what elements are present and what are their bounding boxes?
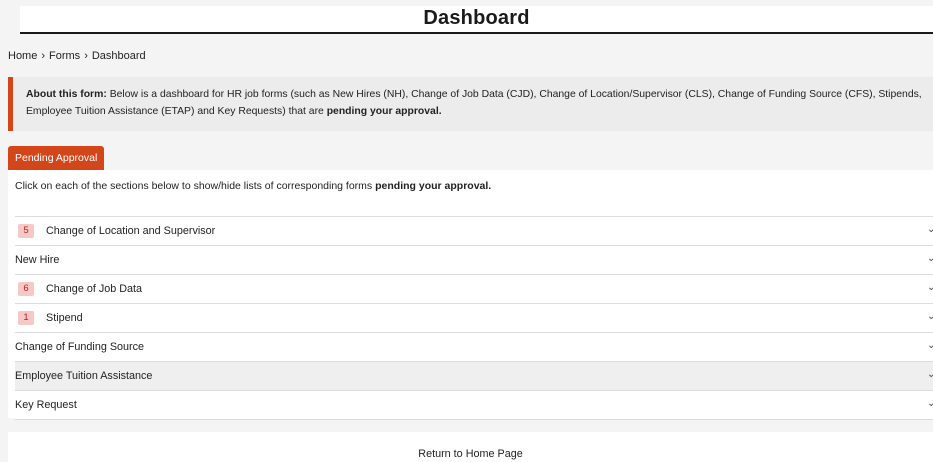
section-employee-tuition-assistance[interactable]: Employee Tuition Assistance ⌄ — [15, 362, 933, 391]
section-label: Employee Tuition Assistance — [15, 370, 153, 382]
notice-label: About this form: — [26, 89, 107, 100]
section-label: Change of Funding Source — [15, 341, 145, 353]
breadcrumb-separator: › — [84, 50, 88, 62]
page-title: Dashboard — [423, 7, 530, 29]
instructions-emphasis: pending your approval. — [375, 180, 492, 192]
return-home-link[interactable]: Return to Home Page — [8, 448, 933, 460]
section-label: Stipend — [46, 312, 83, 324]
chevron-down-icon[interactable]: ⌄ — [927, 224, 933, 235]
page-header: Dashboard — [20, 6, 933, 34]
breadcrumb-forms-link[interactable]: Forms — [49, 50, 80, 62]
tab-pending-approval[interactable]: Pending Approval — [8, 146, 105, 170]
breadcrumb-home-link[interactable]: Home — [8, 50, 37, 62]
section-label: Change of Job Data — [46, 283, 143, 295]
breadcrumb: Home › Forms › Dashboard — [8, 50, 146, 62]
chevron-down-icon[interactable]: ⌄ — [927, 282, 933, 293]
section-key-request[interactable]: Key Request ⌄ — [15, 391, 933, 420]
about-form-notice: About this form: Below is a dashboard fo… — [8, 77, 933, 131]
section-change-of-location-supervisor[interactable]: 5 Change of Location and Supervisor ⌄ — [15, 217, 933, 246]
section-label: Key Request — [15, 399, 77, 411]
instructions-text: Click on each of the sections below to s… — [15, 180, 376, 192]
footer: Return to Home Page — [8, 432, 933, 462]
chevron-down-icon[interactable]: ⌄ — [927, 311, 933, 322]
chevron-down-icon[interactable]: ⌄ — [927, 253, 933, 264]
section-change-of-job-data[interactable]: 6 Change of Job Data ⌄ — [15, 275, 933, 304]
chevron-down-icon[interactable]: ⌄ — [927, 340, 933, 351]
sections-accordion: 5 Change of Location and Supervisor ⌄ Ne… — [15, 216, 933, 420]
count-badge: 6 — [18, 282, 34, 296]
breadcrumb-current: Dashboard — [91, 50, 146, 62]
notice-text: Below is a dashboard for HR job forms (s… — [26, 89, 922, 117]
section-label: Change of Location and Supervisor — [46, 225, 216, 237]
section-new-hire[interactable]: New Hire ⌄ — [15, 246, 933, 275]
breadcrumb-separator: › — [41, 50, 46, 62]
section-label: New Hire — [15, 254, 60, 266]
count-badge: 1 — [18, 311, 34, 325]
section-stipend[interactable]: 1 Stipend ⌄ — [15, 304, 933, 333]
chevron-down-icon[interactable]: ⌄ — [927, 369, 933, 380]
notice-emphasis: pending your approval. — [326, 106, 442, 117]
instructions: Click on each of the sections below to s… — [15, 180, 491, 192]
pending-approval-panel: Click on each of the sections below to s… — [8, 170, 933, 420]
count-badge: 5 — [18, 224, 34, 238]
chevron-down-icon[interactable]: ⌄ — [927, 398, 933, 409]
section-change-of-funding-source[interactable]: Change of Funding Source ⌄ — [15, 333, 933, 362]
